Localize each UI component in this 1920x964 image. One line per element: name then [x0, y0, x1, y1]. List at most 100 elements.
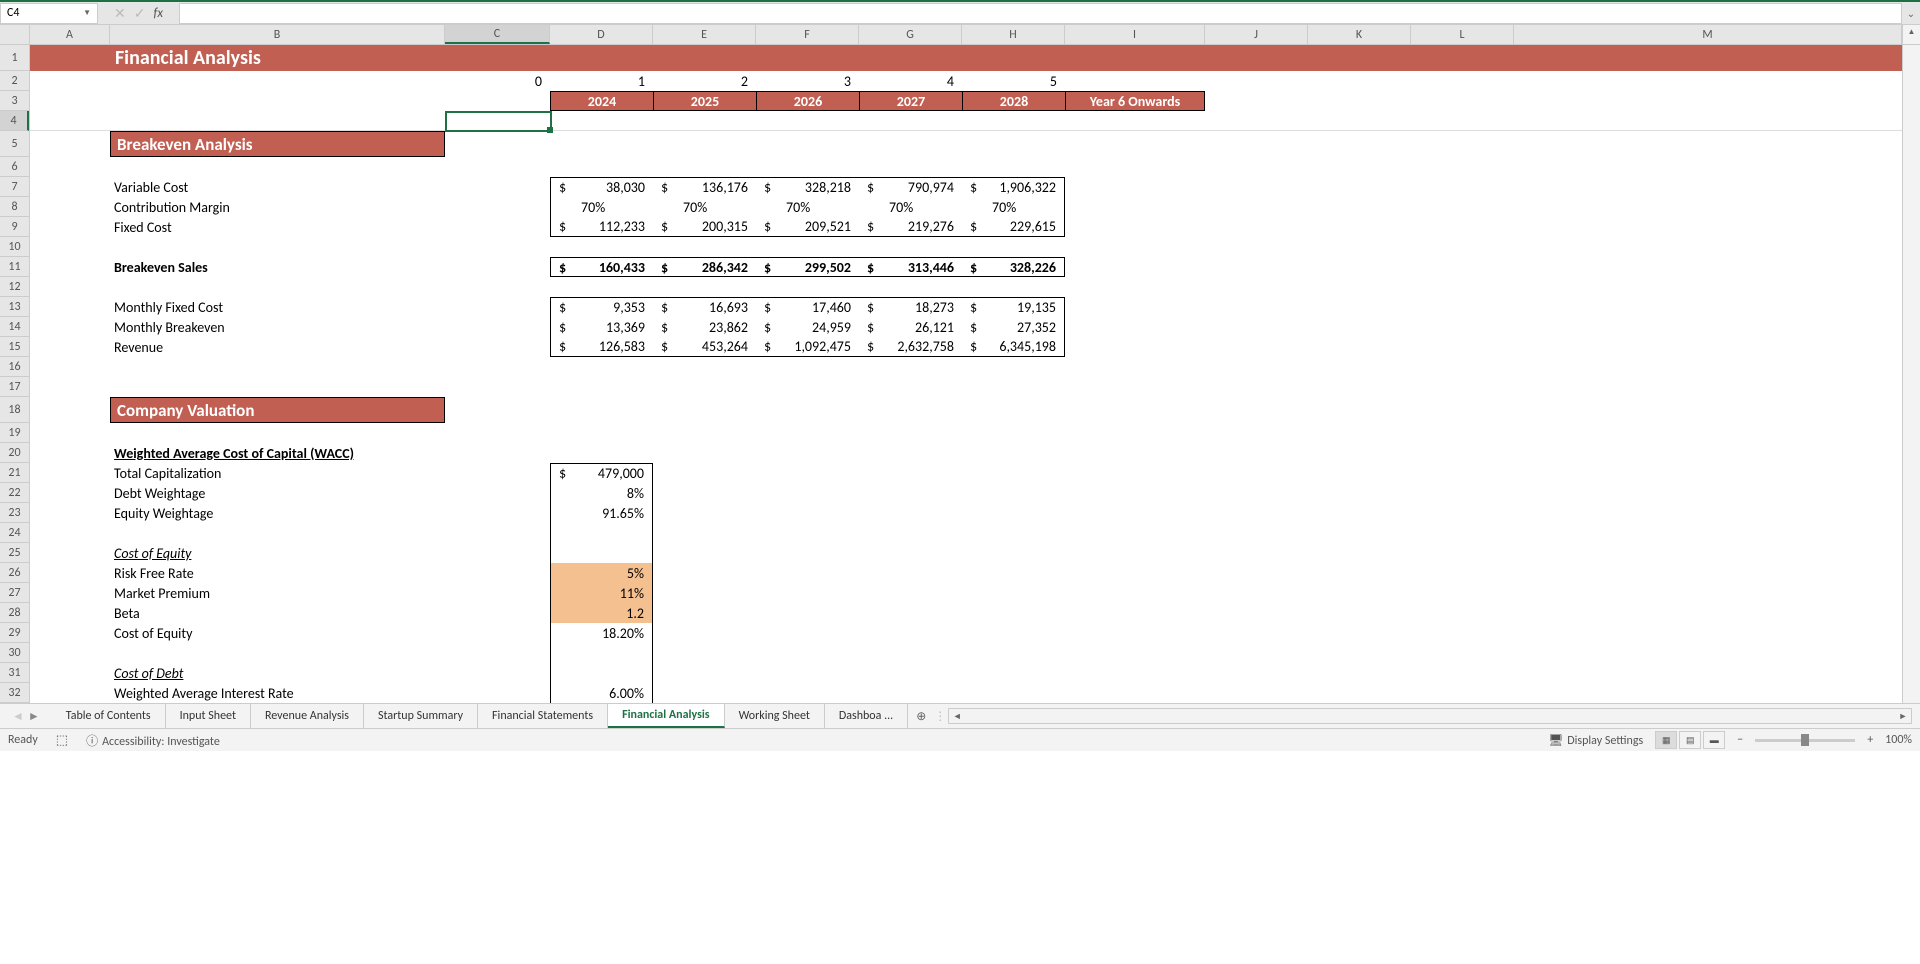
tab-revenue[interactable]: Revenue Analysis	[251, 704, 364, 728]
scroll-left-icon[interactable]: ◄	[949, 711, 965, 722]
scenario-2[interactable]: 2	[653, 71, 756, 91]
label-revenue[interactable]: Revenue	[110, 337, 445, 357]
zoom-level[interactable]: 100%	[1885, 733, 1912, 747]
label-cost-of-debt[interactable]: Cost of Debt	[110, 663, 445, 683]
fc-2027[interactable]: $219,276	[859, 217, 962, 237]
cm-2024[interactable]: 70%	[550, 197, 653, 217]
chevron-down-icon[interactable]: ▼	[83, 8, 91, 18]
zoom-slider[interactable]	[1755, 739, 1855, 742]
col-header-C[interactable]: C	[445, 25, 550, 44]
label-wair[interactable]: Weighted Average Interest Rate	[110, 683, 445, 703]
tab-dashboard[interactable]: Dashboa ...	[825, 704, 908, 728]
rev-2026[interactable]: $1,092,475	[756, 337, 859, 357]
fx-icon[interactable]: fx	[153, 6, 163, 21]
label-fixed-cost[interactable]: Fixed Cost	[110, 217, 445, 237]
tab-financial-statements[interactable]: Financial Statements	[478, 704, 608, 728]
row-header-2[interactable]: 2	[0, 71, 29, 91]
tab-input[interactable]: Input Sheet	[166, 704, 251, 728]
label-total-cap[interactable]: Total Capitalization	[110, 463, 445, 483]
beta-value[interactable]: 1.2	[550, 603, 653, 623]
cells-area[interactable]: Financial Analysis 0 1 2 3 4 5 2024 2025…	[30, 45, 1902, 703]
row-header-24[interactable]: 24	[0, 523, 29, 543]
row-header-13[interactable]: 13	[0, 297, 29, 317]
row-header-22[interactable]: 22	[0, 483, 29, 503]
year-2028[interactable]: 2028	[962, 91, 1065, 111]
scenario-4[interactable]: 4	[859, 71, 962, 91]
row-header-31[interactable]: 31	[0, 663, 29, 683]
zoom-out-button[interactable]: −	[1737, 733, 1743, 747]
row-header-8[interactable]: 8	[0, 197, 29, 217]
varcost-2028[interactable]: $1,906,322	[962, 177, 1065, 197]
mfc-2026[interactable]: $17,460	[756, 297, 859, 317]
row-header-18[interactable]: 18	[0, 397, 29, 423]
label-market-premium[interactable]: Market Premium	[110, 583, 445, 603]
row-header-21[interactable]: 21	[0, 463, 29, 483]
display-settings-button[interactable]: 🖥Display Settings	[1548, 733, 1643, 748]
scenario-0[interactable]: 0	[445, 71, 550, 91]
row-header-15[interactable]: 15	[0, 337, 29, 357]
row-header-27[interactable]: 27	[0, 583, 29, 603]
label-monthly-fixed[interactable]: Monthly Fixed Cost	[110, 297, 445, 317]
label-contribution-margin[interactable]: Contribution Margin	[110, 197, 445, 217]
col-header-H[interactable]: H	[962, 25, 1065, 44]
row-header-19[interactable]: 19	[0, 423, 29, 443]
row-header-3[interactable]: 3	[0, 91, 29, 111]
label-cost-of-equity-heading[interactable]: Cost of Equity	[110, 543, 445, 563]
varcost-2027[interactable]: $790,974	[859, 177, 962, 197]
scenario-1[interactable]: 1	[550, 71, 653, 91]
row-header-11[interactable]: 11	[0, 257, 29, 277]
cm-2027[interactable]: 70%	[859, 197, 962, 217]
col-header-F[interactable]: F	[756, 25, 859, 44]
rev-2024[interactable]: $126,583	[550, 337, 653, 357]
mfc-2024[interactable]: $9,353	[550, 297, 653, 317]
be-2028[interactable]: $328,226	[962, 257, 1065, 277]
label-wacc[interactable]: Weighted Average Cost of Capital (WACC)	[110, 443, 445, 463]
row-header-25[interactable]: 25	[0, 543, 29, 563]
debt-weightage-value[interactable]: 8%	[550, 483, 653, 503]
row-header-30[interactable]: 30	[0, 643, 29, 663]
view-page-break-icon[interactable]: ▬	[1703, 731, 1725, 749]
col-header-D[interactable]: D	[550, 25, 653, 44]
add-sheet-icon[interactable]: ⊕	[908, 709, 934, 724]
tab-startup[interactable]: Startup Summary	[364, 704, 478, 728]
scroll-up-icon[interactable]: ▲	[1903, 25, 1920, 39]
accessibility-status[interactable]: ⓘAccessibility: Investigate	[86, 732, 220, 749]
varcost-2025[interactable]: $136,176	[653, 177, 756, 197]
row-header-1[interactable]: 1	[0, 45, 29, 71]
market-premium-value[interactable]: 11%	[550, 583, 653, 603]
view-page-layout-icon[interactable]: ▤	[1679, 731, 1701, 749]
scroll-right-icon[interactable]: ►	[1895, 711, 1911, 722]
rev-2028[interactable]: $6,345,198	[962, 337, 1065, 357]
mbe-2024[interactable]: $13,369	[550, 317, 653, 337]
row-header-20[interactable]: 20	[0, 443, 29, 463]
fc-2025[interactable]: $200,315	[653, 217, 756, 237]
select-all-corner[interactable]	[0, 25, 30, 44]
section-valuation[interactable]: Company Valuation	[110, 397, 445, 423]
row-header-12[interactable]: 12	[0, 277, 29, 297]
year-2025[interactable]: 2025	[653, 91, 756, 111]
macro-icon[interactable]: ⬚	[56, 733, 68, 748]
label-breakeven-sales[interactable]: Breakeven Sales	[110, 257, 445, 277]
scenario-5[interactable]: 5	[962, 71, 1065, 91]
section-breakeven[interactable]: Breakeven Analysis	[110, 131, 445, 157]
zoom-in-button[interactable]: +	[1867, 733, 1873, 747]
mbe-2028[interactable]: $27,352	[962, 317, 1065, 337]
mfc-2028[interactable]: $19,135	[962, 297, 1065, 317]
formula-expand-icon[interactable]: ⌄	[1902, 7, 1920, 20]
label-beta[interactable]: Beta	[110, 603, 445, 623]
year-2026[interactable]: 2026	[756, 91, 859, 111]
fc-2028[interactable]: $229,615	[962, 217, 1065, 237]
col-header-J[interactable]: J	[1205, 25, 1308, 44]
name-box[interactable]: C4 ▼	[0, 3, 98, 24]
col-header-E[interactable]: E	[653, 25, 756, 44]
be-2024[interactable]: $160,433	[550, 257, 653, 277]
row-header-4[interactable]: 4	[0, 111, 29, 131]
view-normal-icon[interactable]: ▦	[1655, 731, 1677, 749]
tab-working[interactable]: Working Sheet	[725, 704, 825, 728]
cm-2028[interactable]: 70%	[962, 197, 1065, 217]
col-header-A[interactable]: A	[30, 25, 110, 44]
label-risk-free-rate[interactable]: Risk Free Rate	[110, 563, 445, 583]
year-6-onwards[interactable]: Year 6 Onwards	[1065, 91, 1205, 111]
row-header-17[interactable]: 17	[0, 377, 29, 397]
be-2026[interactable]: $299,502	[756, 257, 859, 277]
